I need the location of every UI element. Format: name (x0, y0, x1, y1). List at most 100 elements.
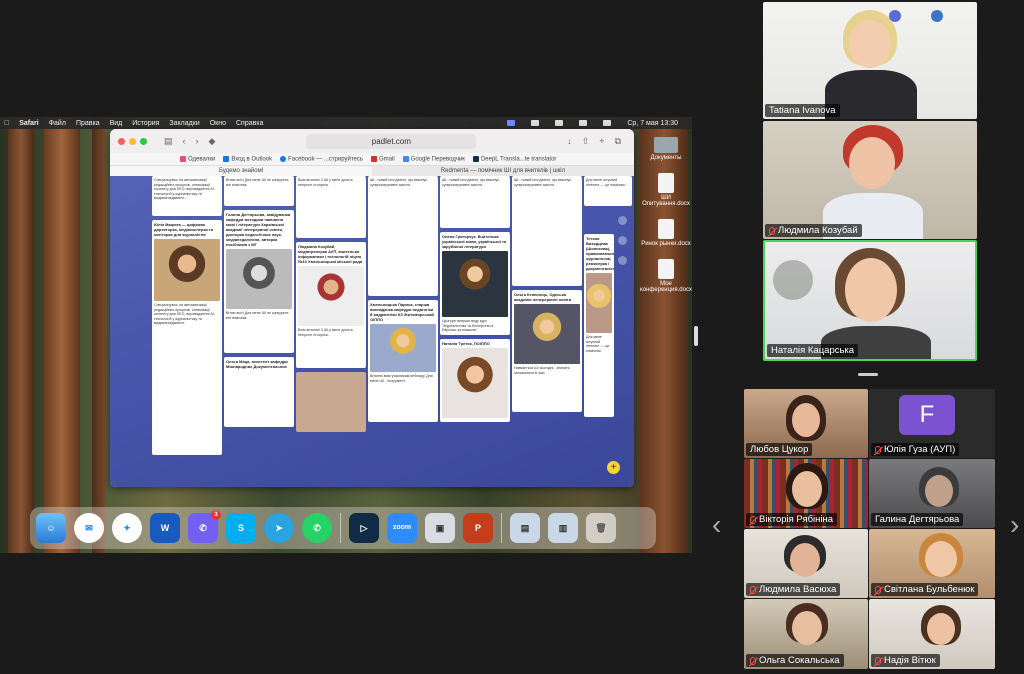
skype-icon[interactable]: S (226, 513, 256, 543)
deepl-icon[interactable]: ▷ (349, 513, 379, 543)
bookmark-item[interactable]: Вход в Outlook (223, 155, 272, 162)
desktop-file[interactable]: Ринок рынки.docx (640, 219, 692, 247)
desktop-folder-documents[interactable]: Документы (640, 137, 692, 161)
menu-window[interactable]: Окно (210, 120, 226, 127)
add-post-button[interactable]: + (607, 461, 620, 474)
apple-icon[interactable]:  (4, 120, 9, 127)
status-icon[interactable] (507, 120, 516, 126)
desktop-file[interactable]: Мое конференция.docx (640, 259, 692, 293)
padlet-card[interactable]: Ольга Кепюнець, Одеська академія неперер… (512, 290, 582, 412)
zoom-icon[interactable]: zoom (387, 513, 417, 543)
panel-resize-handle[interactable] (858, 373, 878, 376)
trash-icon[interactable]: 🗑 (586, 513, 616, 543)
padlet-card[interactable]: Вітаю всіх! Для мене ШІ не конкурент, ві… (224, 176, 294, 206)
shared-screen[interactable]:  Safari Файл Правка Вид История Закладк… (0, 117, 692, 553)
downloads-icon[interactable]: ▤ (510, 513, 540, 543)
bookmark-item[interactable]: Одевалки (180, 155, 215, 162)
split-resize-handle[interactable] (694, 326, 698, 346)
padlet-card[interactable]: ШІ - новий інструмент, що виконує суперо… (440, 176, 510, 228)
video-tile[interactable]: Tatiana Ivanova (763, 2, 977, 119)
tab-redmenta[interactable]: Redmenta — помічник ШІ для вчителів | шк… (372, 166, 634, 176)
menubar-clock[interactable]: Ср, 7 мая 13:30 (627, 120, 678, 127)
bookmark-item[interactable]: Google Переводчик (402, 155, 465, 162)
forward-icon[interactable]: › (196, 136, 199, 146)
video-tile[interactable]: Любов Цукор (744, 389, 868, 458)
padlet-card[interactable]: Наталія Третяк, ЛОІППО (440, 339, 510, 422)
video-tile[interactable]: Світлана Бульбенюк (869, 529, 995, 598)
card-image (442, 251, 508, 317)
screens-icon[interactable]: ▥ (548, 513, 578, 543)
menu-help[interactable]: Справка (236, 120, 263, 127)
status-icon[interactable] (531, 120, 540, 126)
tab-padlet[interactable]: Будемо знайомі (110, 166, 372, 176)
telegram-icon[interactable]: ➤ (264, 513, 294, 543)
participant-name: Tatiana Ivanova (765, 104, 840, 117)
padlet-card[interactable]: Юлія Мацюта — цифрова директорка, медіае… (152, 220, 222, 455)
whatsapp-icon[interactable]: ✆ (302, 513, 332, 543)
new-tab-icon[interactable]: + (599, 136, 604, 146)
previous-page-icon[interactable]: ‹ (712, 510, 721, 540)
back-icon[interactable]: ‹ (183, 136, 186, 146)
padlet-card[interactable]: Людмила Козубай, медіатренерка АУП, вчит… (296, 242, 366, 368)
close-window-button[interactable] (118, 137, 125, 145)
deepl-icon (472, 155, 479, 162)
battery-icon[interactable] (603, 120, 612, 126)
video-tile[interactable]: Людмила Козубай (763, 121, 977, 239)
padlet-card[interactable] (296, 372, 366, 432)
video-tile[interactable]: Людмила Васюха (744, 529, 868, 598)
menu-history[interactable]: История (132, 120, 159, 127)
padlet-settings-icon[interactable] (618, 188, 627, 197)
video-tile[interactable]: Надія Вітюк (869, 599, 995, 669)
bookmark-item[interactable]: Gmail (370, 155, 395, 162)
wifi-icon[interactable] (579, 120, 588, 126)
menu-file[interactable]: Файл (49, 120, 66, 127)
word-icon[interactable]: W (150, 513, 180, 543)
padlet-card[interactable]: Спеціалізуюсь на автоматизації редакційн… (152, 176, 222, 216)
address-bar[interactable]: padlet.com (306, 133, 477, 149)
video-tile-active-speaker[interactable]: Наталія Кацарська (763, 240, 977, 361)
safari-icon[interactable]: ✦ (112, 513, 142, 543)
download-icon[interactable]: ↓ (567, 136, 572, 146)
menu-bookmarks[interactable]: Закладки (169, 120, 199, 127)
sidebar-toggle-icon[interactable]: ▤ (164, 136, 173, 147)
padlet-card[interactable]: Всім вітання! З ШІ у мене досить непрост… (296, 176, 366, 238)
tab-overview-icon[interactable]: ⧉ (615, 136, 621, 147)
zoom-window-button[interactable] (140, 137, 147, 145)
padlet-card[interactable]: Тетяна Виходцева (Шолохова), правознавчи… (584, 234, 614, 417)
desktop-file[interactable]: ШИ Опитування.docx (640, 173, 692, 207)
padlet-card[interactable]: Ольга Маца, асистент кафедри Міжнародних… (224, 357, 294, 427)
padlet-card[interactable]: Хмельницька Лариса, старша викладачка ка… (368, 300, 438, 422)
padlet-share-icon[interactable] (618, 216, 627, 225)
finder-icon[interactable]: ☺ (36, 513, 66, 543)
mac-menubar:  Safari Файл Правка Вид История Закладк… (0, 117, 692, 129)
padlet-card[interactable]: Галина Дегтярьова, завідувачка кафедри м… (224, 210, 294, 353)
bookmark-item[interactable]: DeepL Transla...te translator (472, 155, 556, 162)
next-page-icon[interactable]: › (1010, 510, 1019, 540)
padlet-slideshow-icon[interactable] (618, 256, 627, 265)
padlet-card[interactable]: ШІ - новий інструмент, що виконує суперо… (512, 176, 582, 286)
padlet-export-icon[interactable] (618, 236, 627, 245)
mic-off-icon (875, 656, 881, 665)
padlet-board[interactable]: Спеціалізуюсь на автоматизації редакційн… (110, 176, 634, 487)
padlet-card[interactable]: Олена Григорчук. Вчителька української м… (440, 232, 510, 335)
menu-edit[interactable]: Правка (76, 120, 100, 127)
video-tile[interactable]: Вікторія Рябініна (744, 459, 868, 528)
video-tile[interactable]: Галина Дегтярьова (869, 459, 995, 528)
wallpaper-tree (92, 117, 106, 553)
notification-badge: 3 (211, 510, 221, 520)
status-icon[interactable] (555, 120, 564, 126)
minimize-window-button[interactable] (129, 137, 136, 145)
video-tile[interactable]: Ольга Сокальська (744, 599, 868, 669)
bookmark-item[interactable]: Facebook — ...стрируйтесь (280, 155, 363, 162)
outlook-icon (223, 155, 230, 162)
shield-icon[interactable]: ◆ (209, 136, 216, 147)
viber-icon[interactable]: ✆ 3 (188, 510, 221, 543)
share-icon[interactable]: ⇧ (582, 136, 590, 147)
padlet-card[interactable]: ШІ - новий інструмент, що виконує суперо… (368, 176, 438, 296)
preview-icon[interactable]: ▣ (425, 513, 455, 543)
menu-view[interactable]: Вид (110, 120, 123, 127)
menubar-app-name[interactable]: Safari (19, 120, 38, 127)
video-tile[interactable]: F Юлія Гуза (АУП) (869, 389, 995, 458)
powerpoint-icon[interactable]: P (463, 513, 493, 543)
messenger-icon[interactable]: ✉ (74, 513, 104, 543)
